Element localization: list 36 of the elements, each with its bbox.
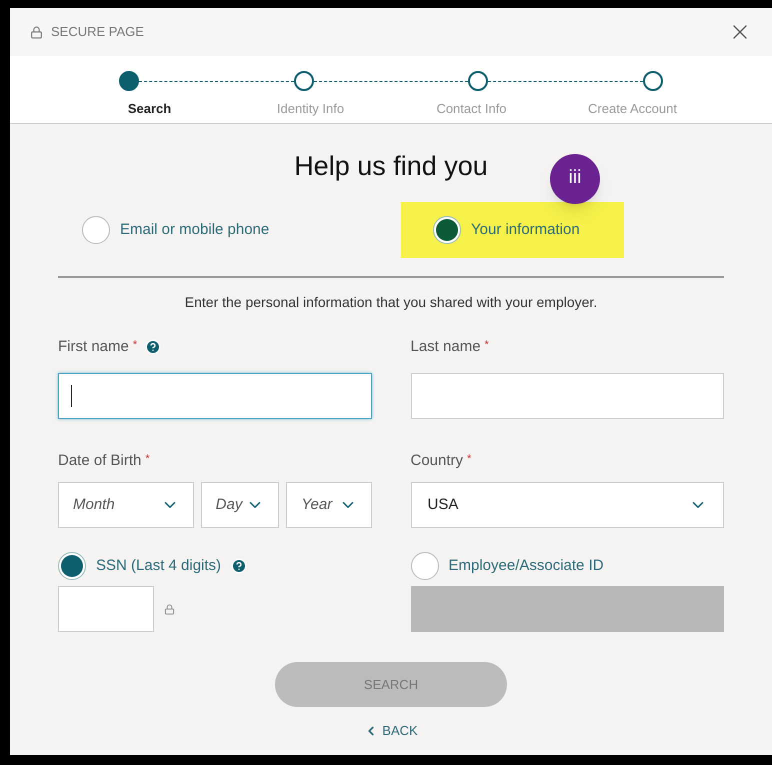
help-icon[interactable]: [145, 339, 162, 355]
text-input[interactable]: [58, 373, 372, 419]
option-label: SSN (Last 4 digits): [96, 556, 222, 576]
step-label: Contact Info: [436, 100, 507, 118]
required-mark: *: [484, 338, 489, 353]
lookup-option[interactable]: Email or mobile phone: [58, 202, 270, 258]
radio-button[interactable]: [82, 216, 110, 244]
lock-icon: [164, 604, 175, 614]
field-label: First name: [58, 336, 129, 357]
country-select[interactable]: USA: [410, 482, 724, 528]
required-mark: *: [467, 452, 472, 467]
step-label: Identity Info: [276, 100, 344, 118]
radio-button[interactable]: [58, 552, 86, 580]
page-heading: Help us find you: [294, 150, 488, 183]
option-label: Employee/Associate ID: [448, 556, 604, 576]
required-mark: *: [145, 452, 150, 467]
text-input[interactable]: [410, 373, 724, 419]
field-label: Date of Birth: [58, 450, 142, 471]
help-icon[interactable]: [231, 558, 248, 574]
ssn-input[interactable]: [58, 586, 154, 632]
back-link[interactable]: BACK: [364, 721, 418, 740]
instruction-text: Enter the personal information that you shared with your employer.: [184, 293, 598, 312]
required-mark: *: [132, 338, 138, 353]
date-select[interactable]: Day: [200, 482, 280, 528]
field-label: Last name: [410, 336, 481, 357]
step-label: Create Account: [588, 100, 677, 118]
field-label: Country: [410, 450, 464, 471]
radio-button[interactable]: [433, 216, 461, 244]
lock-icon: [30, 26, 43, 38]
step-label: Search: [128, 100, 172, 118]
date-select[interactable]: Year: [286, 482, 372, 528]
annotation-badge: iii: [550, 154, 600, 204]
lookup-option[interactable]: Your information: [401, 202, 624, 258]
date-select[interactable]: Month: [58, 482, 194, 528]
secure-page-title: SECURE PAGE: [51, 23, 144, 42]
radio-button[interactable]: [410, 552, 438, 580]
